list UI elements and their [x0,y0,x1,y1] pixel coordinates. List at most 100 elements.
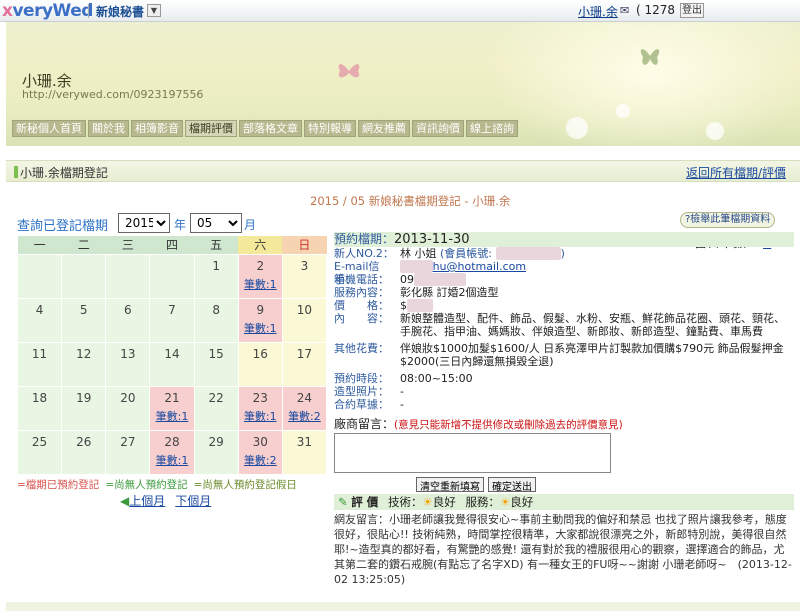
service-eval-label: 服務： [465,495,500,509]
weekday-header: 四 [149,236,195,254]
calendar-day: 27 [105,429,151,475]
day-number: 30 [252,434,268,449]
booking-count-link[interactable]: 筆數:1 [150,408,193,424]
calendar-day: 10 [281,297,328,343]
other-cost-value: 伴娘妝$1000加髮$1600/人 日系亮澤甲片訂製款加價購$790元 飾品假髮… [400,342,784,368]
legend-free: =尚無人預約登記 [105,479,188,491]
month-pager: ◀上個月 下個月 [120,492,221,509]
calendar: 一 二 三 四 五 六 日 1 2 筆數:1 3 4 5 6 7 8 9 筆數:1 … [16,236,328,475]
chevron-down-icon[interactable]: ▼ [147,4,161,17]
day-number: 17 [296,346,313,361]
booking-count-link[interactable]: 筆數:1 [239,276,282,292]
nav-item-inquiry[interactable]: 資訊詢價 [412,120,464,137]
booking-count-link[interactable]: 筆數:2 [283,408,326,424]
time-row: 預約時段： 08:00~15:00 [334,372,794,385]
top-bar: xveryWed 新娘秘書 ▼ 小珊.余 ✉ ( 1278 ) 登出 [0,0,800,22]
calendar-day: 16 [237,341,283,387]
back-link[interactable]: 返回所有檔期/評價 [686,164,786,181]
day-number: 27 [120,434,136,449]
prev-month-link[interactable]: 上個月 [129,494,165,508]
banner-glow [486,22,800,146]
day-number: 11 [31,346,48,361]
booking-count-link[interactable]: 筆數:1 [239,408,282,424]
price-redacted: xxxx [407,299,434,312]
calendar-day: 29 [193,429,239,475]
section-header: 小珊.余檔期登記 返回所有檔期/評價 [6,160,800,182]
email-row: E-mail信箱：xxxxxhu@hotmail.com [334,260,794,286]
banner-url[interactable]: http://verywed.com/0923197556 [22,88,203,101]
sun-icon: ☀ [499,495,511,509]
calendar-legend: =檔期已預約登記 =尚無人預約登記 =尚無人預約登記假日 [17,477,303,492]
photo-value: - [400,385,404,398]
calendar-day: 7 [149,297,195,343]
message-buttons: 清空重新填寫 確定送出 [416,477,794,493]
vendor-message-label-row: 廠商留言：(意見只能新增不提供修改或刪除過去的評價意見) [334,415,794,431]
legend-booked: =檔期已預約登記 [17,479,100,491]
next-month-link[interactable]: 下個月 [175,494,211,508]
day-number: 4 [35,302,44,317]
bride-row: 新人NO.2：林 小姐 (會員帳號: xxxxxxxxxx) [334,247,565,260]
weekday-header: 日 [282,236,327,254]
mail-icon[interactable]: ✉ [620,4,629,17]
booking-count-link[interactable]: 筆數:2 [239,452,282,468]
day-number: 3 [300,258,309,273]
bride-label: 新人NO.2： [334,247,394,260]
day-number: 28 [164,434,180,449]
nav-item-report[interactable]: 特別報導 [304,120,356,137]
member-redacted: xxxxxxxxxx [495,247,561,260]
day-number: 8 [212,302,220,317]
nav-item-schedule[interactable]: 檔期評價 [185,120,237,137]
booking-date-row: 預約檔期：2013-11-30 [334,232,794,247]
section-marker [14,166,18,178]
flower-decoration [566,117,588,139]
calendar-day: 11 [16,341,63,387]
calendar-day: 25 [16,429,63,475]
clear-button[interactable]: 清空重新填寫 [416,477,484,493]
verywed-logo[interactable]: xveryWed [2,1,93,21]
nav-item-about[interactable]: 關於我 [88,120,129,137]
month-select[interactable]: 05 [190,213,242,233]
day-number: 16 [252,346,268,361]
user-name-link[interactable]: 小珊.余 [578,3,618,20]
service-eval-value: 良好 [510,495,534,509]
nav-item-blog[interactable]: 部落格文章 [239,120,302,137]
nav-item-recommend[interactable]: 網友推薦 [358,120,410,137]
main-nav: 新秘個人首頁 關於我 相簿影音 檔期評價 部落格文章 特別報導 網友推薦 資訊詢價 線上諮詢 [12,120,520,138]
content-row: 內 容： 新娘整體造型、配件、飾品、假髮、水粉、安瓶、鮮花飾品花圈、頭花、頸花、手… [334,312,794,338]
calendar-day: 28 筆數:1 [149,429,195,475]
day-number: 25 [31,434,48,449]
calendar-day: 3 [281,253,328,299]
nav-item-consult[interactable]: 線上諮詢 [466,120,518,137]
calendar-day: 31 [281,429,328,475]
day-number: 23 [252,390,268,405]
booking-count-link[interactable]: 筆數:1 [150,452,193,468]
vendor-message-input[interactable] [334,433,611,473]
year-unit: 年 [174,218,187,232]
calendar-day: 23 筆數:1 [237,385,283,431]
email-value[interactable]: hu@hotmail.com [433,260,527,273]
nav-item-home[interactable]: 新秘個人首頁 [12,120,86,137]
service-menu-label[interactable]: 新娘秘書 [96,3,144,20]
day-number: 6 [124,302,132,317]
contract-row: 合約草據： - [334,398,794,411]
day-number: 14 [164,346,180,361]
other-cost-row: 其他花費： 伴娘妝$1000加髮$1600/人 日系亮澤甲片訂製款加價購$790元… [334,342,794,368]
year-select[interactable]: 2015 [118,213,170,233]
mail-count[interactable]: ( 1278 ) [636,3,684,17]
logout-button[interactable]: 登出 [680,3,704,18]
calendar-day [105,253,151,299]
weekday-header: 六 [238,236,283,254]
butterfly-icon [640,49,660,65]
price-label: 價 格： [334,299,389,312]
nav-item-album[interactable]: 相簿影音 [131,120,183,137]
day-number: 22 [208,390,224,405]
booking-count-link[interactable]: 筆數:1 [239,320,282,336]
submit-button[interactable]: 確定送出 [488,477,536,493]
day-number: 13 [120,346,136,361]
time-value: 08:00~15:00 [400,372,473,385]
query-label: 查詢已登記檔期 [17,219,109,234]
tech-value: 良好 [432,495,456,509]
report-button[interactable]: ?檢舉此筆檔期資料 [680,212,776,228]
day-number: 12 [76,346,92,361]
weekday-header: 一 [17,236,62,254]
